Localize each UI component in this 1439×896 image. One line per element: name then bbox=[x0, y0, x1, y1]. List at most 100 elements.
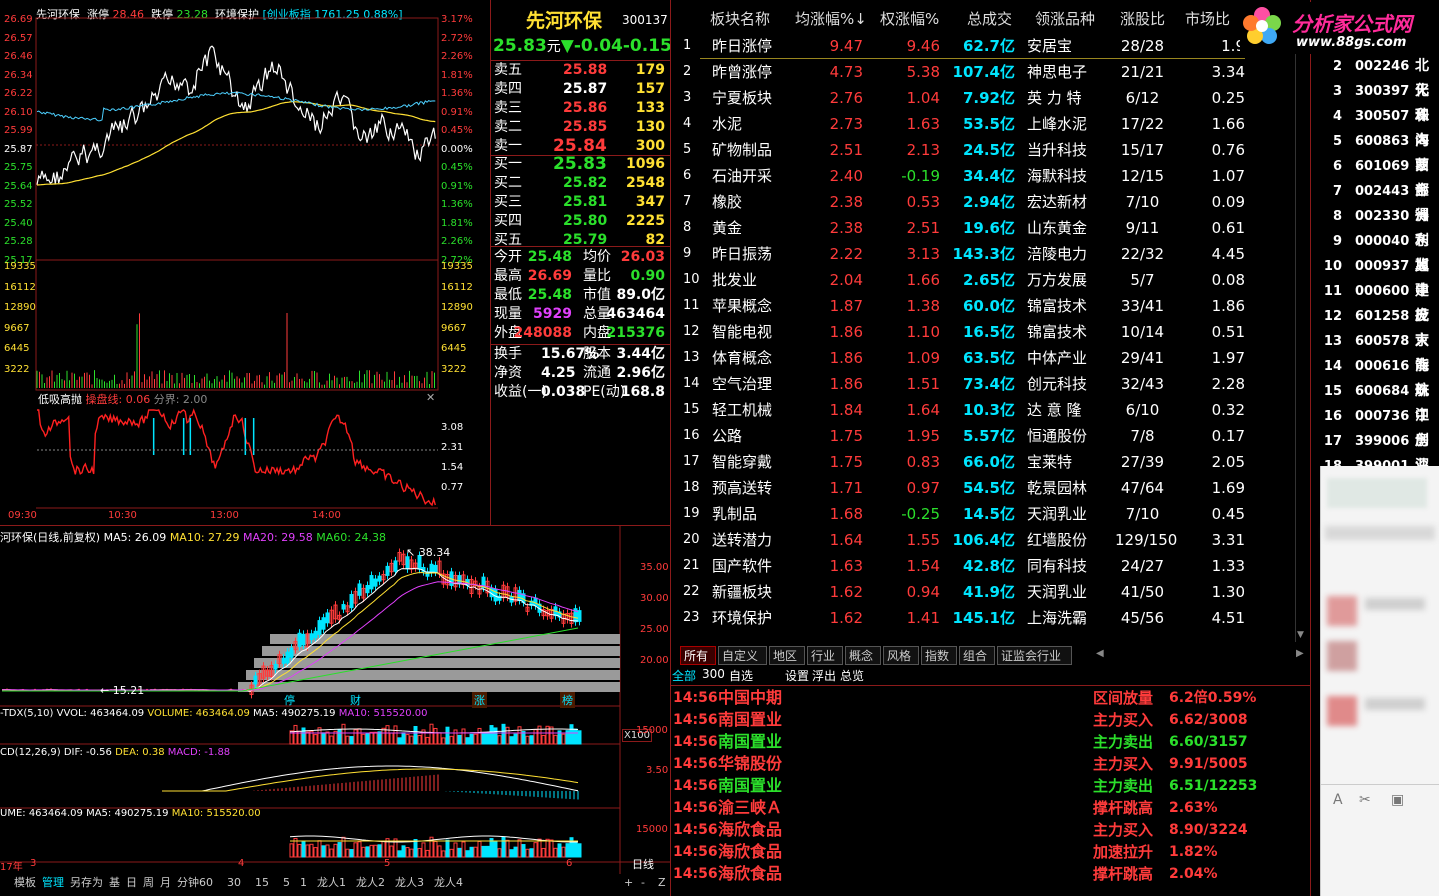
column-header[interactable]: 均涨幅%↓ bbox=[795, 8, 867, 29]
table-row[interactable]: 8 黄金 2.38 2.51 19.6亿 山东黄金 9/11 0.61 bbox=[675, 215, 1250, 241]
alert-sub-tab[interactable]: 设置 bbox=[785, 667, 809, 684]
alert-row[interactable]: 14:56 渝三峡Ａ 撑杆跳高 2.63% bbox=[673, 797, 1313, 819]
bottom-tab[interactable]: 另存为 bbox=[68, 874, 105, 892]
rank-row[interactable]: 15 600684 珠江 bbox=[1315, 379, 1439, 424]
sector-tab[interactable]: 所有 bbox=[680, 646, 716, 665]
rank-row[interactable]: 9 000040 东旭 bbox=[1315, 229, 1439, 274]
table-row[interactable]: 23 环境保护 1.62 1.41 145.1亿 上海洗霸 45/56 4.51 bbox=[675, 605, 1250, 631]
sector-tab[interactable]: 行业 bbox=[807, 646, 843, 665]
alert-sub-tab[interactable]: 自选 bbox=[729, 667, 753, 684]
column-header[interactable]: 板块名称 bbox=[710, 8, 770, 29]
rank-row[interactable]: 17399006创业 bbox=[1315, 429, 1439, 474]
table-row[interactable]: 18 预高送转 1.71 0.97 54.5亿 乾景园林 47/64 1.69 bbox=[675, 475, 1250, 501]
sector-tab[interactable]: 风格 bbox=[883, 646, 919, 665]
image-icon[interactable]: ▣ bbox=[1391, 792, 1404, 808]
column-header[interactable]: 总成交 bbox=[967, 8, 1012, 29]
alert-row[interactable]: 14:56 中国中期 区间放量 6.2倍0.59% bbox=[673, 687, 1313, 709]
scissors-icon[interactable]: ✂ bbox=[1359, 792, 1371, 808]
alert-sub-tab[interactable]: 300 bbox=[702, 667, 725, 681]
alert-row[interactable]: 14:56 南国置业 主力卖出 6.60/3157 bbox=[673, 731, 1313, 753]
bottom-tab[interactable]: 1 bbox=[298, 874, 309, 892]
table-row[interactable]: 13 体育概念 1.86 1.09 63.5亿 中体产业 29/41 1.97 bbox=[675, 345, 1250, 371]
daily-chart[interactable]: 河环保(日线,前复权) MA5: 26.09 MA10: 27.29 MA20:… bbox=[0, 526, 670, 874]
alert-row[interactable]: 14:56 华锦股份 主力买入 9.91/5005 bbox=[673, 753, 1313, 775]
table-row[interactable]: 6 石油开采 2.40 -0.19 34.4亿 海默科技 12/15 1.07 bbox=[675, 163, 1250, 189]
alert-row[interactable]: 14:56 南国置业 主力买入 6.62/3008 bbox=[673, 709, 1313, 731]
bottom-tab[interactable]: 龙人3 bbox=[393, 874, 426, 892]
rank-row[interactable]: 4 300507 珠海 bbox=[1315, 104, 1439, 149]
rank-row[interactable]: 12 601258 庞大 bbox=[1315, 304, 1439, 349]
table-row[interactable]: 9 昨日振荡 2.22 3.13 143.3亿 涪陵电力 22/32 4.45 bbox=[675, 241, 1250, 267]
rank-row[interactable]: 8 002330 得利 bbox=[1315, 204, 1439, 249]
table-row[interactable]: 5 矿物制品 2.51 2.13 24.5亿 当升科技 15/17 0.76 bbox=[675, 137, 1250, 163]
alert-row[interactable]: 14:56 海欣食品 加速拉升 1.82% bbox=[673, 841, 1313, 863]
rank-row[interactable]: 13 600578 京能 bbox=[1315, 329, 1439, 374]
alert-row[interactable]: 14:56 南国置业 主力卖出 6.51/12253 bbox=[673, 775, 1313, 797]
sector-tab[interactable]: 地区 bbox=[769, 646, 805, 665]
bottom-tab[interactable]: 30 bbox=[225, 874, 243, 892]
bottom-tab[interactable]: 基 bbox=[107, 874, 122, 892]
table-row[interactable]: 10 批发业 2.04 1.66 2.65亿 万方发展 5/7 0.08 bbox=[675, 267, 1250, 293]
table-row[interactable]: 7 橡胶 2.38 0.53 2.94亿 宏达新材 7/10 0.09 bbox=[675, 189, 1250, 215]
alert-sub-tab[interactable]: 浮出 bbox=[812, 667, 836, 684]
table-row[interactable]: 21 国产软件 1.63 1.54 42.8亿 同有科技 24/27 1.33 bbox=[675, 553, 1250, 579]
scroll-down-icon[interactable]: ▼ bbox=[1297, 630, 1304, 640]
bottom-tab[interactable]: 分钟60 bbox=[175, 874, 215, 892]
rank-row[interactable]: 7 002443 金洲 bbox=[1315, 179, 1439, 224]
rank-row[interactable]: 16 000736 中房 bbox=[1315, 404, 1439, 449]
table-row[interactable]: 14 空气治理 1.86 1.51 73.4亿 创元科技 32/43 2.28 bbox=[675, 371, 1250, 397]
column-header[interactable]: 权涨幅% bbox=[880, 8, 939, 29]
intraday-chart[interactable]: 先河环保 涨停 28.46 跌停 23.28 环境保护 [创业板指 1761.2… bbox=[0, 0, 490, 525]
table-row[interactable]: 15 轻工机械 1.84 1.64 10.3亿达 意 隆 6/10 0.32 bbox=[675, 397, 1250, 423]
bottom-tab[interactable]: 管理 bbox=[40, 874, 66, 892]
column-header[interactable]: 领涨品种 bbox=[1035, 8, 1095, 29]
table-row[interactable]: 1 昨日涨停 9.47 9.46 62.7亿 安居宝 28/28 1.9 bbox=[675, 33, 1250, 59]
table-scrollbar[interactable]: ▼ bbox=[1295, 12, 1307, 642]
x-icon[interactable]: ✕ bbox=[426, 391, 435, 404]
alert-row[interactable]: 14:56 海欣食品 撑杆跳高 2.04% bbox=[673, 863, 1313, 885]
table-row[interactable]: 12 智能电视 1.86 1.10 16.5亿 锦富技术 10/14 0.51 bbox=[675, 319, 1250, 345]
rank-row[interactable]: 11 000600 建投 bbox=[1315, 279, 1439, 324]
table-row[interactable]: 16 公路 1.75 1.95 5.57亿 恒通股份 7/8 0.17 bbox=[675, 423, 1250, 449]
overlay-panel[interactable]: A ✂ ▣ bbox=[1320, 466, 1439, 896]
rank-row[interactable]: 2 002246 北化 bbox=[1315, 54, 1439, 99]
bottom-tab[interactable]: 周 bbox=[141, 874, 156, 892]
column-header[interactable]: 涨股比 bbox=[1120, 8, 1165, 29]
zoom-control[interactable]: + bbox=[622, 874, 635, 892]
rank-row[interactable]: 3 300397 天和 bbox=[1315, 79, 1439, 124]
tab-scroll-right-icon[interactable]: ▶ bbox=[1296, 648, 1304, 659]
table-row[interactable]: 20 送转潜力 1.64 1.55 106.4亿 红墙股份 129/150 3.31 bbox=[675, 527, 1250, 553]
period-label[interactable]: 日线 bbox=[632, 856, 654, 872]
bottom-tab[interactable]: 龙人1 bbox=[315, 874, 348, 892]
table-row[interactable]: 3 宁夏板块 2.76 1.04 7.92亿英 力 特 6/12 0.25 bbox=[675, 85, 1250, 111]
table-row[interactable]: 4 水泥 2.73 1.63 53.5亿 上峰水泥 17/22 1.66 bbox=[675, 111, 1250, 137]
bottom-tab[interactable]: 15 bbox=[253, 874, 271, 892]
zoom-control[interactable]: - bbox=[639, 874, 647, 892]
sector-tab[interactable]: 组合 bbox=[959, 646, 995, 665]
rank-row[interactable]: 5 600863 内蒙 bbox=[1315, 129, 1439, 174]
rank-row[interactable]: 14 000616 海航 bbox=[1315, 354, 1439, 399]
sector-tab[interactable]: 自定义 bbox=[718, 646, 767, 665]
table-row[interactable]: 17 智能穿戴 1.75 0.83 66.0亿 宝莱特 27/39 2.05 bbox=[675, 449, 1250, 475]
alert-sub-tab[interactable]: 总览 bbox=[840, 667, 864, 684]
sector-tab[interactable]: 指数 bbox=[921, 646, 957, 665]
alert-row[interactable]: 14:56 海欣食品 主力买入 8.90/3224 bbox=[673, 819, 1313, 841]
table-row[interactable]: 19 乳制品 1.68 -0.25 14.5亿 天润乳业 7/10 0.45 bbox=[675, 501, 1250, 527]
bottom-tab[interactable]: 5 bbox=[281, 874, 292, 892]
bottom-tab[interactable]: 日 bbox=[124, 874, 139, 892]
table-row[interactable]: 22 新疆板块 1.62 0.94 41.9亿 天润乳业 41/50 1.30 bbox=[675, 579, 1250, 605]
zoom-control[interactable]: Z bbox=[656, 874, 668, 892]
font-icon[interactable]: A bbox=[1333, 792, 1343, 808]
bottom-tab[interactable]: 龙人4 bbox=[432, 874, 465, 892]
alert-sub-tab[interactable]: 全部 bbox=[672, 667, 696, 684]
table-row[interactable]: 2 昨曾涨停 4.73 5.38 107.4亿 神思电子 21/21 3.34 bbox=[675, 59, 1250, 85]
bottom-tab[interactable]: 模板 bbox=[12, 874, 38, 892]
table-row[interactable]: 11 苹果概念 1.87 1.38 60.0亿 锦富技术 33/41 1.86 bbox=[675, 293, 1250, 319]
sector-tab[interactable]: 概念 bbox=[845, 646, 881, 665]
tab-scroll-left-icon[interactable]: ◀ bbox=[1096, 648, 1104, 659]
sector-tab[interactable]: 证监会行业 bbox=[997, 646, 1072, 665]
rank-row[interactable]: 6 601069 西部 bbox=[1315, 154, 1439, 199]
column-header[interactable]: 市场比 bbox=[1185, 8, 1230, 29]
rank-row[interactable]: 10 000937 冀中 bbox=[1315, 254, 1439, 299]
bottom-tab[interactable]: 龙人2 bbox=[354, 874, 387, 892]
